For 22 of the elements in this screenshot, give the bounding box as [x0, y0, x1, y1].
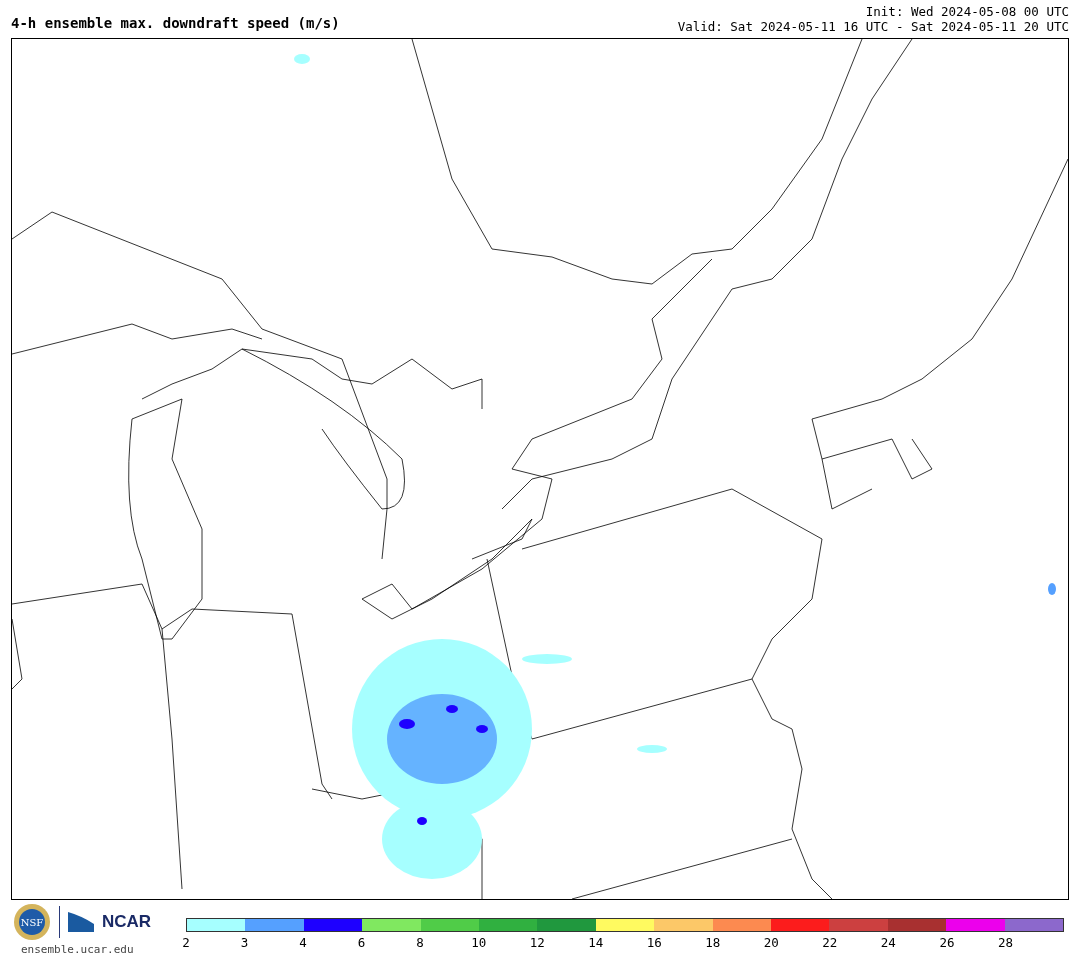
valid-time: Valid: Sat 2024-05-11 16 UTC - Sat 2024-05-11 20 UTC	[677, 19, 1069, 34]
tick-label: 12	[529, 934, 545, 952]
tick-label: 4	[299, 934, 307, 952]
init-time: Init: Wed 2024-05-08 00 UTC	[864, 4, 1069, 19]
tick-label: 14	[588, 934, 604, 952]
tick-label: 26	[939, 934, 955, 952]
tick-label: 22	[822, 934, 838, 952]
tick-label: 10	[471, 934, 487, 952]
site-url: ensemble.ucar.edu	[20, 942, 135, 958]
tick-label: 2	[182, 934, 190, 952]
tick-label: 8	[416, 934, 424, 952]
tick-label: 16	[646, 934, 662, 952]
logo-text: NCAR	[102, 911, 152, 934]
chart-title: 4-h ensemble max. downdraft speed (m/s)	[11, 16, 340, 33]
tick-label: 18	[705, 934, 721, 952]
tick-label: 3	[240, 934, 249, 952]
seal-logo-icon: NSF	[13, 903, 51, 941]
tick-label: 24	[880, 934, 896, 952]
tick-label: 28	[997, 934, 1013, 952]
tick-label: 6	[357, 934, 366, 952]
tick-label: 20	[763, 934, 779, 952]
ncar-logo-icon	[68, 912, 94, 932]
